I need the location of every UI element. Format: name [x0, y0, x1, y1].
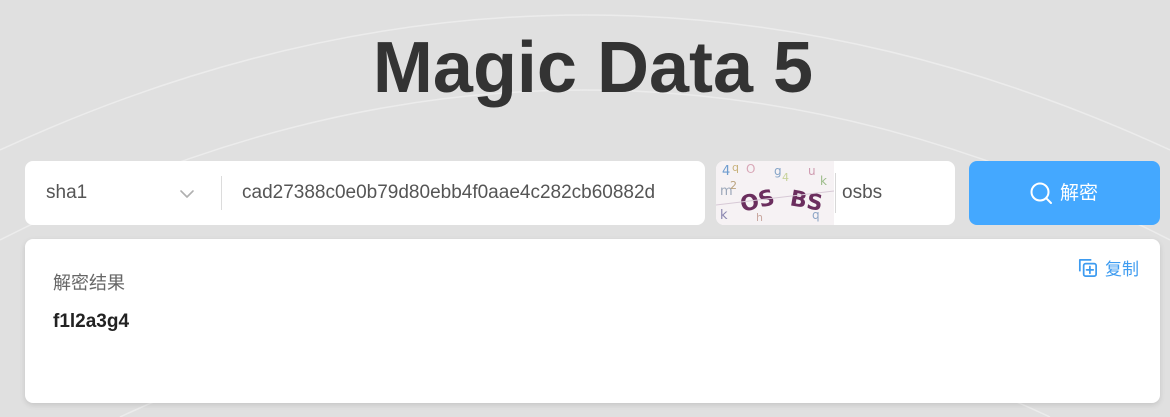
captcha-image[interactable]: 4 q O m 2 g 4 u k k h q OS BS [716, 161, 834, 225]
decrypt-button-label: 解密 [1060, 182, 1099, 204]
svg-text:k: k [820, 174, 827, 188]
copy-button-label: 复制 [1105, 259, 1139, 280]
hash-type-value: sha1 [46, 182, 88, 203]
hash-form: sha1 [25, 161, 705, 225]
hash-input[interactable] [242, 161, 682, 225]
svg-text:q: q [732, 161, 739, 174]
page-title: Magic Data 5 [372, 28, 814, 108]
captcha-divider [835, 173, 836, 213]
chevron-down-icon [180, 190, 194, 198]
svg-text:4: 4 [722, 164, 730, 179]
result-card: 解密结果 f1l2a3g4 复制 [25, 239, 1160, 403]
svg-text:g: g [774, 164, 782, 178]
hash-type-select[interactable]: sha1 [25, 161, 221, 225]
svg-text:k: k [720, 208, 728, 223]
decrypt-button[interactable]: 解密 [969, 161, 1160, 225]
copy-icon [1078, 258, 1097, 277]
result-value: f1l2a3g4 [53, 311, 130, 332]
search-icon [1030, 182, 1052, 204]
svg-text:O: O [746, 162, 755, 176]
svg-text:4: 4 [782, 171, 789, 184]
copy-button[interactable]: 复制 [1076, 254, 1139, 280]
result-label: 解密结果 [53, 273, 125, 294]
captcha-input[interactable] [842, 161, 947, 225]
svg-text:u: u [808, 164, 816, 178]
svg-text:2: 2 [730, 179, 737, 192]
select-divider [221, 176, 222, 210]
captcha-group: 4 q O m 2 g 4 u k k h q OS BS [716, 161, 955, 225]
